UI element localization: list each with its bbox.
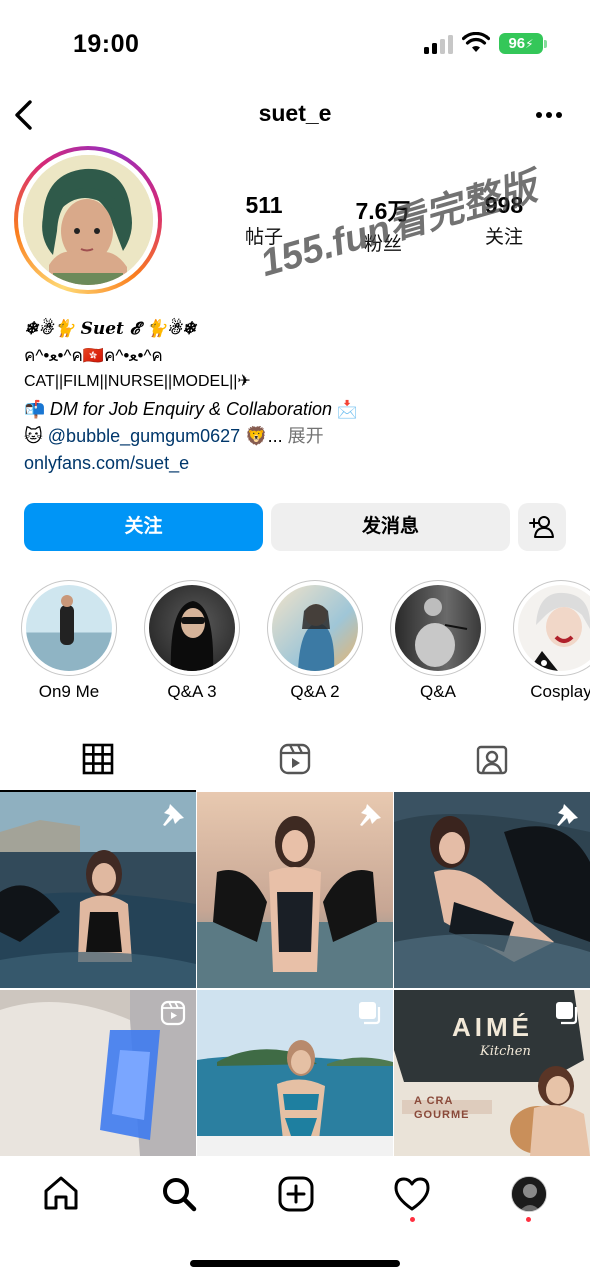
follow-button[interactable]: 关注 [24, 503, 263, 551]
following-count-value: 998 [484, 192, 524, 218]
profile-avatar[interactable] [511, 1176, 547, 1212]
bio-line-decoration: ค^•ﻌ•^ค🇭🇰ค^•ﻌ•^ค [24, 345, 163, 365]
highlight-on9-me[interactable]: On9 Me [21, 580, 117, 702]
highlight-ring [144, 580, 240, 676]
bio-mention-link[interactable]: @bubble_gumgum0627 [48, 426, 240, 446]
bio-website-link[interactable]: onlyfans.com/suet_e [24, 450, 564, 477]
carousel-icon [556, 1002, 578, 1025]
highlight-label: Q&A 2 [290, 682, 340, 701]
profile-avatar-image [512, 1177, 546, 1211]
grid-icon [82, 743, 114, 775]
tab-reels[interactable] [197, 728, 393, 792]
followers-count-value: 7.6万 [355, 198, 411, 224]
avatar-illustration [23, 155, 153, 285]
following-count-label: 关注 [484, 227, 523, 248]
status-time: 19:00 [73, 30, 140, 58]
reels-icon [279, 743, 311, 775]
battery-tip [544, 40, 547, 48]
profile-username: suet_e [258, 100, 332, 126]
suggested-users-button[interactable] [518, 503, 566, 551]
post-overlay-caption: A CRA GOURME [414, 1095, 470, 1121]
battery-indicator: 96⚡ [499, 33, 543, 54]
highlight-label: Q&A [420, 682, 456, 701]
activity-notification-dot [410, 1217, 415, 1222]
pin-icon [360, 804, 381, 826]
bio-display-name: ❄☃🐈 𝑺𝒖𝒆𝒕 𝓔 🐈☃❄ [24, 319, 197, 339]
followers-count[interactable]: 7.6万 粉丝 [328, 192, 438, 256]
carousel-icon [359, 1002, 381, 1025]
highlight-qa-3[interactable]: Q&A 3 [144, 580, 240, 702]
charging-bolt-icon: ⚡ [525, 37, 534, 51]
home-icon[interactable] [41, 1174, 81, 1214]
create-icon[interactable] [276, 1174, 316, 1214]
bottom-navigation [0, 1156, 590, 1280]
highlight-qa[interactable]: Q&A [390, 580, 486, 702]
highlight-label: Q&A 3 [167, 682, 217, 701]
battery-level: 96 [508, 35, 526, 52]
more-options-icon[interactable] [534, 100, 564, 130]
profile-tabs [0, 728, 590, 792]
wifi-icon [462, 32, 490, 52]
highlight-cover [26, 585, 112, 671]
profile-avatar [23, 155, 153, 285]
add-person-icon [529, 516, 554, 538]
grid-post[interactable] [197, 792, 393, 988]
bio-line-occupations: CAT||FILM||NURSE||MODEL||✈ [24, 373, 251, 390]
highlight-cover-image [170, 601, 214, 671]
highlight-cover [149, 585, 235, 671]
highlight-cover [272, 585, 358, 671]
highlight-cover-image [528, 592, 590, 671]
tagged-icon [476, 745, 508, 775]
highlight-cover-image [60, 595, 74, 645]
highlight-cover [518, 585, 590, 671]
bio-dm-text: DM for Job Enquiry & Collaboration [49, 398, 333, 419]
back-arrow-icon[interactable] [12, 98, 36, 132]
tab-posts-grid[interactable] [0, 728, 196, 792]
bio-line-mention: 🐱 @bubble_gumgum0627 🦁... 展开 [24, 423, 564, 450]
posts-count[interactable]: 511 帖子 [209, 192, 319, 249]
highlight-cosplay[interactable]: Cosplay [513, 580, 590, 702]
posts-count-label: 帖子 [244, 227, 283, 248]
highlight-cover [395, 585, 481, 671]
home-indicator [190, 1260, 400, 1267]
tab-tagged[interactable] [394, 728, 590, 792]
search-icon[interactable] [159, 1174, 199, 1214]
envelope-icon: 📩 [336, 399, 358, 419]
post-overlay-subtitle: Kitchen [480, 1044, 531, 1059]
avatar-border [18, 150, 158, 290]
mailbox-icon: 📬 [24, 399, 46, 419]
pin-icon [557, 804, 578, 826]
bio-line-dm: 📬 DM for Job Enquiry & Collaboration 📩 [24, 396, 564, 424]
highlight-ring [513, 580, 590, 676]
posts-count-value: 511 [245, 192, 283, 218]
highlight-cover-image [415, 598, 468, 667]
following-count[interactable]: 998 关注 [449, 192, 559, 249]
heart-icon[interactable] [392, 1174, 432, 1214]
highlight-cover-image [298, 604, 335, 671]
highlight-label: On9 Me [38, 682, 100, 701]
cellular-signal-icon [424, 35, 453, 54]
grid-post[interactable] [394, 792, 590, 988]
posts-grid: AIMÉ Kitchen A CRA GOURME [0, 792, 590, 1156]
highlight-ring [267, 580, 363, 676]
profile-bio: ❄☃🐈 𝑺𝒖𝒆𝒕 𝓔 🐈☃❄ ค^•ﻌ•^ค🇭🇰ค^•ﻌ•^ค CAT||FIL… [24, 316, 564, 476]
highlight-label: Cosplay [530, 682, 590, 701]
bio-expand-link[interactable]: 展开 [288, 426, 324, 446]
lion-icon: 🦁... [245, 426, 283, 446]
profile-notification-dot [526, 1217, 531, 1222]
post-overlay-title: AIMÉ [452, 1012, 533, 1042]
reel-icon [160, 1000, 186, 1026]
status-bar: 19:00 96⚡ [0, 0, 590, 88]
profile-avatar-story-ring[interactable] [14, 146, 162, 294]
highlight-ring [390, 580, 486, 676]
cat-face-icon: 🐱 [24, 426, 43, 446]
highlight-ring [21, 580, 117, 676]
pin-icon [163, 804, 184, 826]
message-button[interactable]: 发消息 [271, 503, 510, 551]
followers-count-label: 粉丝 [363, 234, 402, 255]
grid-post[interactable] [0, 792, 196, 988]
highlight-qa-2[interactable]: Q&A 2 [267, 580, 363, 702]
